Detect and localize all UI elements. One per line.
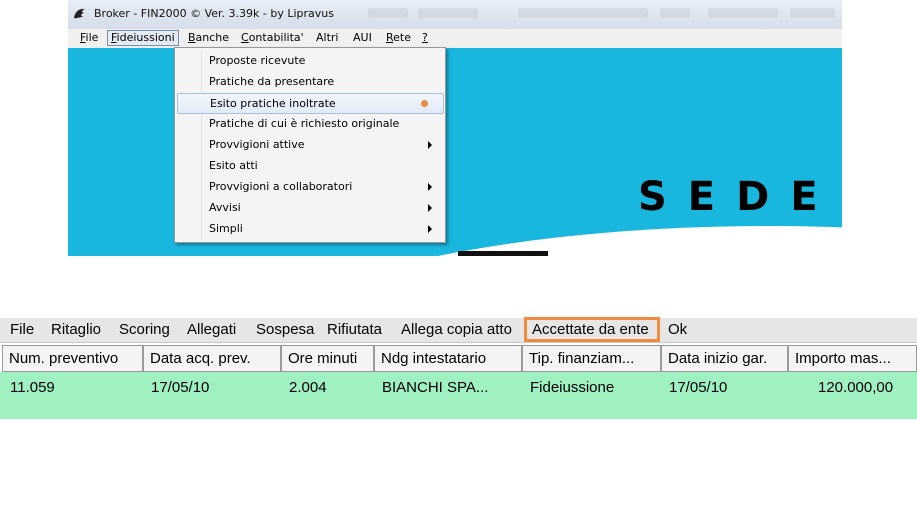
menu-altri[interactable]: Altri [313,31,341,45]
table-row[interactable]: 11.059 17/05/10 2.004 BIANCHI SPA... Fid… [0,372,917,419]
menu-aui[interactable]: AUI [350,31,375,45]
title-blur [418,8,478,18]
action-allegati[interactable]: Allegati [187,321,236,339]
background-bar [458,251,548,256]
menu-item-avvisi[interactable]: Avvisi [177,198,442,218]
menu-help[interactable]: ? [419,31,431,45]
menu-rete[interactable]: Rete [383,31,414,45]
menu-fideiussioni[interactable]: Fideiussioni [107,30,179,46]
action-rifiutata[interactable]: Rifiutata [327,321,382,339]
menu-item-esito-pratiche-inoltrate[interactable]: Esito pratiche inoltrate [177,93,444,114]
column-header-ore-minuti[interactable]: Ore minuti [281,345,374,372]
column-header-data-inizio-gar[interactable]: Data inizio gar. [661,345,788,372]
action-sospesa[interactable]: Sospesa [256,321,314,339]
column-header-data-acq-prev[interactable]: Data acq. prev. [143,345,281,372]
title-blur [368,8,408,18]
cell-num-preventivo: 11.059 [10,379,55,396]
menu-item-provvigioni-collaboratori[interactable]: Provvigioni a collaboratori [177,177,442,197]
broker-window: Broker - FIN2000 © Ver. 3.39k - by Lipra… [68,0,842,256]
menu-item-esito-atti[interactable]: Esito atti [177,156,442,176]
submenu-arrow-icon [428,183,432,191]
title-bar: Broker - FIN2000 © Ver. 3.39k - by Lipra… [68,0,842,30]
highlight-box [524,317,660,342]
menu-item-provvigioni-attive[interactable]: Provvigioni attive [177,135,442,155]
cell-importo-massimo: 120.000,00 [818,379,894,396]
menu-file[interactable]: File [77,31,101,45]
menu-bar: File Fideiussioni Banche Contabilita' Al… [68,29,842,49]
submenu-arrow-icon [428,204,432,212]
cell-ndg-intestatario: BIANCHI SPA... [382,379,489,396]
title-blur [708,8,778,18]
submenu-arrow-icon [428,225,432,233]
menu-banche[interactable]: Banche [185,31,232,45]
cursor-dot-icon [421,100,428,107]
column-header-importo-massimo[interactable]: Importo mas... [788,345,917,372]
menu-item-pratiche-originale[interactable]: Pratiche di cui è richiesto originale [177,114,442,134]
action-file[interactable]: File [10,321,34,339]
column-header-ndg-intestatario[interactable]: Ndg intestatario [374,345,522,372]
sede-banner: SEDE [638,174,839,220]
menu-item-pratiche-da-presentare[interactable]: Pratiche da presentare [177,72,442,92]
column-header-tip-finanziamento[interactable]: Tip. finanziam... [522,345,661,372]
results-panel: File Ritaglio Scoring Allegati Sospesa R… [0,317,917,420]
column-header-num-preventivo[interactable]: Num. preventivo [2,345,143,372]
title-blur [660,8,690,18]
menu-item-simpli[interactable]: Simpli [177,219,442,239]
cell-ore-minuti: 2.004 [289,379,327,396]
window-title: Broker - FIN2000 © Ver. 3.39k - by Lipra… [94,7,334,20]
cell-data-inizio-gar: 17/05/10 [669,379,728,396]
action-allega-copia-atto[interactable]: Allega copia atto [401,321,512,339]
title-blur [518,8,648,18]
cell-tip-finanziamento: Fideiussione [530,379,615,396]
action-ritaglio[interactable]: Ritaglio [51,321,101,339]
action-ok[interactable]: Ok [668,321,687,339]
action-menu-bar: File Ritaglio Scoring Allegati Sospesa R… [0,317,917,343]
cell-data-acq-prev: 17/05/10 [151,379,210,396]
action-scoring[interactable]: Scoring [119,321,170,339]
app-logo-icon [74,8,85,19]
title-blur [790,8,835,18]
menu-contabilita[interactable]: Contabilita' [238,31,307,45]
menu-item-proposte-ricevute[interactable]: Proposte ricevute [177,51,442,71]
submenu-arrow-icon [428,141,432,149]
results-table: Num. preventivo Data acq. prev. Ore minu… [0,345,917,420]
fideiussioni-dropdown: Proposte ricevute Pratiche da presentare… [174,47,446,243]
